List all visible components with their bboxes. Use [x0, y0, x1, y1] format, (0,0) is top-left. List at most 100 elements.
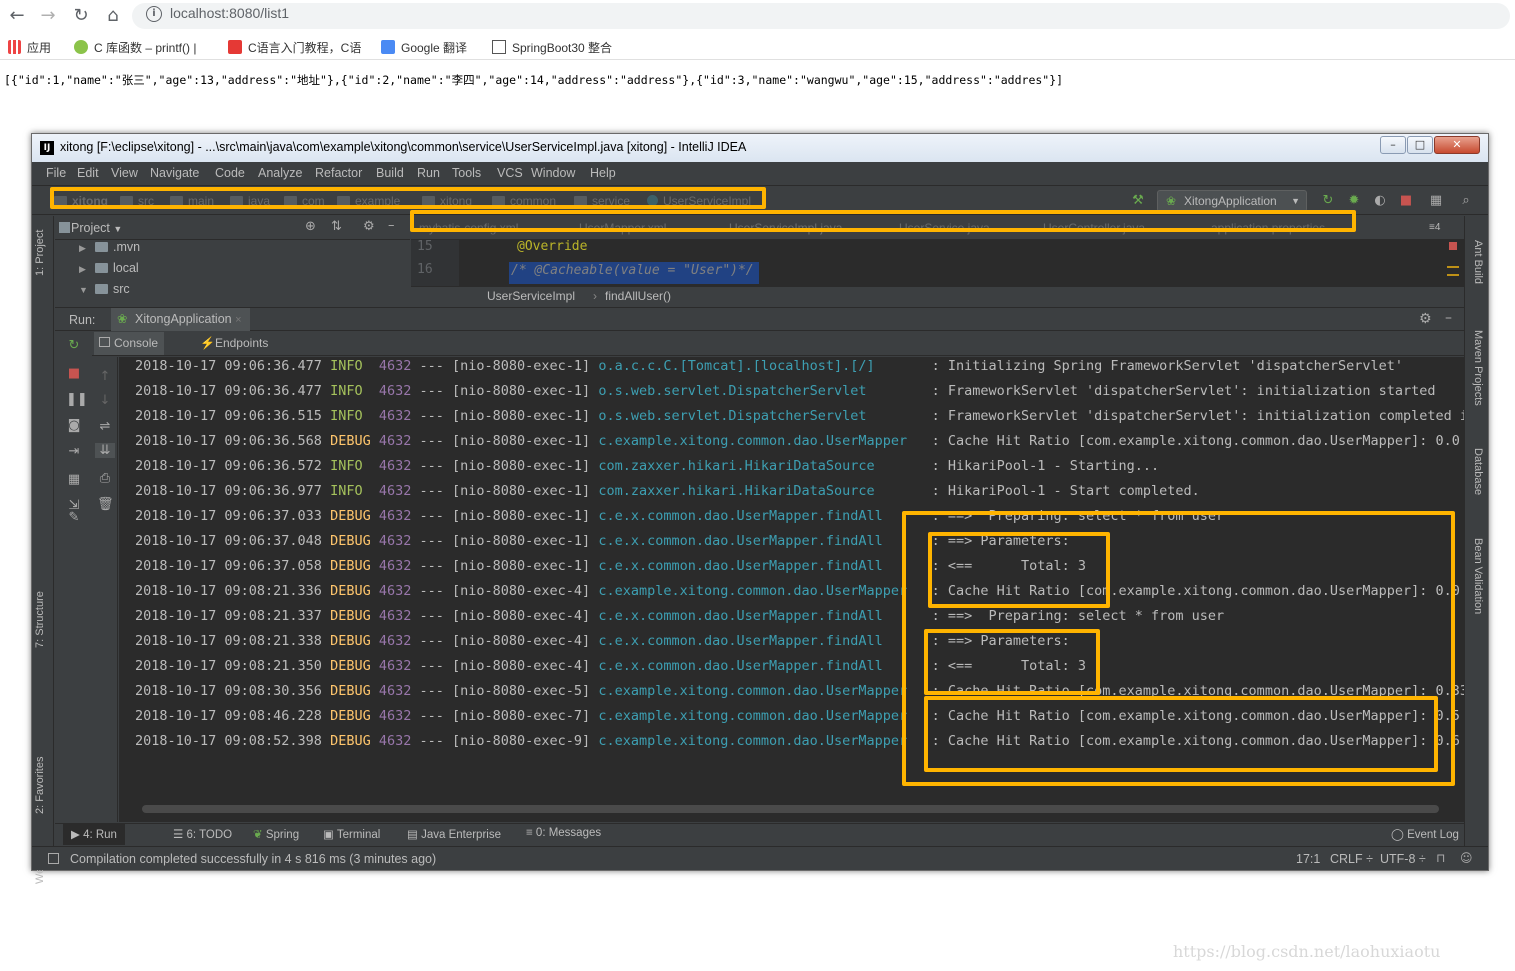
collapse-icon[interactable]: ⇅: [331, 219, 342, 234]
code-line-16[interactable]: /* @Cacheable(value = "User")*/: [511, 263, 754, 278]
menu-help[interactable]: Help: [590, 166, 616, 180]
project-panel-title[interactable]: Project ▼: [71, 221, 122, 235]
project-structure-icon[interactable]: ▦: [1428, 193, 1444, 209]
menu-run[interactable]: Run: [417, 166, 440, 180]
crumb-src[interactable]: src: [120, 194, 154, 208]
tool-tab-project[interactable]: 1: Project: [34, 230, 46, 276]
tool-tab-favorites[interactable]: 2: Favorites: [34, 757, 46, 814]
debug-bug-icon[interactable]: ✹: [1346, 193, 1362, 209]
inspector-icon[interactable]: ☺: [1460, 851, 1473, 865]
tool-tab-bean-validation[interactable]: Bean Validation: [1472, 538, 1484, 614]
info-icon[interactable]: i: [146, 6, 162, 22]
breadcrumb-class[interactable]: UserServiceImpl: [487, 289, 575, 303]
tab-application-properties[interactable]: application.properties: [1211, 221, 1325, 235]
menu-code[interactable]: Code: [215, 166, 245, 180]
menu-window[interactable]: Window: [531, 166, 575, 180]
tool-tab-ant-build[interactable]: Ant Build: [1472, 240, 1484, 284]
tab-userservice[interactable]: UserService.java: [899, 221, 990, 235]
bottom-tab-todo[interactable]: ☰ 6: TODO: [173, 827, 232, 841]
event-log-button[interactable]: ◯ Event Log: [1391, 827, 1459, 841]
url-text[interactable]: localhost:8080/list1: [170, 5, 289, 21]
bottom-tab-run[interactable]: ▶ 4: Run: [63, 824, 125, 845]
stop-icon[interactable]: ■: [1398, 193, 1414, 209]
tool-tab-database[interactable]: Database: [1472, 448, 1484, 495]
crumb-java[interactable]: java: [230, 194, 270, 208]
bookmark-c-tutorial[interactable]: C语言入门教程，C语: [228, 39, 361, 56]
run-tab-xitong[interactable]: ❀ XitongApplication ×: [111, 308, 250, 331]
tool-tab-structure[interactable]: 7: Structure: [34, 591, 46, 648]
horizontal-scrollbar[interactable]: [142, 805, 1439, 813]
menu-analyze[interactable]: Analyze: [258, 166, 302, 180]
menu-refactor[interactable]: Refactor: [315, 166, 362, 180]
menu-view[interactable]: View: [111, 166, 138, 180]
tab-userserviceimpl[interactable]: UserServiceImpl.java: [729, 221, 842, 235]
stop-icon[interactable]: ■: [66, 366, 82, 381]
crumb-xitong[interactable]: xitong: [422, 194, 472, 208]
gear-icon[interactable]: ⚙: [363, 219, 375, 234]
tab-usermapper-xml[interactable]: UserMapper.xml: [579, 221, 666, 235]
scroll-to-end-icon[interactable]: ⇊: [95, 443, 115, 458]
bottom-tab-terminal[interactable]: ▣ Terminal: [323, 827, 380, 841]
camera-icon[interactable]: ◙: [66, 418, 82, 433]
bookmark-apps[interactable]: 应用: [8, 39, 51, 56]
coverage-shield-icon[interactable]: ◐: [1372, 193, 1388, 209]
hide-icon[interactable]: –: [1445, 310, 1452, 326]
crumb-com[interactable]: com: [284, 194, 325, 208]
menu-edit[interactable]: Edit: [77, 166, 99, 180]
run-config-select[interactable]: ❀ XitongApplication ▼: [1157, 190, 1307, 212]
restore-layout-icon[interactable]: ⇥: [66, 444, 82, 459]
layout-icon[interactable]: ▦: [66, 472, 82, 487]
soft-wrap-icon[interactable]: ⇌: [97, 419, 113, 434]
hammer-build-icon[interactable]: ⚒: [1130, 193, 1146, 209]
subtab-console[interactable]: Console: [94, 332, 165, 355]
cursor-position[interactable]: 17:1: [1296, 852, 1320, 866]
code-line-15[interactable]: @Override: [517, 239, 587, 254]
file-encoding[interactable]: UTF-8 ÷: [1380, 852, 1426, 866]
minimize-button[interactable]: –: [1380, 136, 1406, 154]
home-icon[interactable]: ⌂: [102, 5, 124, 27]
lock-icon[interactable]: ⊓: [1436, 851, 1445, 865]
menu-navigate[interactable]: Navigate: [150, 166, 199, 180]
crumb-userserviceimpl[interactable]: UserServiceImpl: [647, 194, 751, 208]
pin-icon[interactable]: ✎: [66, 510, 82, 525]
crumb-main[interactable]: main: [170, 194, 214, 208]
back-arrow-icon[interactable]: ←: [6, 5, 28, 27]
crumb-service[interactable]: service: [574, 194, 630, 208]
tool-tab-maven[interactable]: Maven Projects: [1472, 330, 1484, 406]
close-button[interactable]: ✕: [1434, 136, 1480, 154]
down-arrow-icon[interactable]: ↓: [97, 393, 113, 408]
tree-item-local[interactable]: ▶ local: [79, 261, 139, 275]
menu-vcs[interactable]: VCS: [497, 166, 523, 180]
crumb-example[interactable]: example: [337, 194, 400, 208]
bookmark-google-translate[interactable]: Google 翻译: [381, 39, 467, 56]
print-icon[interactable]: ⎙: [97, 471, 113, 486]
maximize-button[interactable]: □: [1407, 136, 1433, 154]
hide-icon[interactable]: –: [388, 218, 395, 233]
gear-icon[interactable]: ⚙: [1419, 311, 1432, 327]
up-arrow-icon[interactable]: ↑: [97, 369, 113, 384]
bottom-tab-messages[interactable]: ≡ 0: Messages: [526, 827, 601, 839]
bookmark-springboot[interactable]: SpringBoot30 整合: [492, 39, 612, 56]
tree-item-src[interactable]: ▼ src: [79, 282, 130, 296]
crumb-common[interactable]: common: [492, 194, 556, 208]
menu-tools[interactable]: Tools: [452, 166, 481, 180]
bookmark-c-library[interactable]: C 库函数 – printf() |: [74, 39, 196, 56]
trash-icon[interactable]: 🗑: [97, 497, 114, 512]
tab-overflow[interactable]: ≡4: [1429, 222, 1440, 233]
close-icon[interactable]: ×: [235, 314, 241, 326]
forward-arrow-icon[interactable]: →: [37, 5, 59, 27]
tree-item-mvn[interactable]: ▶ .mvn: [79, 240, 140, 254]
bottom-tab-java-enterprise[interactable]: ▤ Java Enterprise: [407, 827, 501, 841]
address-bar[interactable]: [132, 3, 1510, 29]
crumb-project[interactable]: xitong: [54, 194, 108, 208]
rerun-icon[interactable]: ↻: [1320, 193, 1336, 209]
tab-usercontroller[interactable]: UserController.java: [1043, 221, 1145, 235]
reload-icon[interactable]: ↻: [70, 5, 92, 27]
tab-mybatis-config[interactable]: mybatis-config.xml: [419, 221, 518, 235]
locate-icon[interactable]: ⊕: [305, 219, 316, 234]
console-output[interactable]: 2018-10-17 09:06:36.477 INFO 4632 --- [n…: [119, 357, 1464, 822]
pause-icon[interactable]: ❚❚: [66, 392, 88, 407]
breadcrumb-method[interactable]: findAllUser(): [605, 289, 671, 303]
search-icon[interactable]: ⌕: [1458, 193, 1474, 209]
status-icon[interactable]: [48, 853, 59, 864]
